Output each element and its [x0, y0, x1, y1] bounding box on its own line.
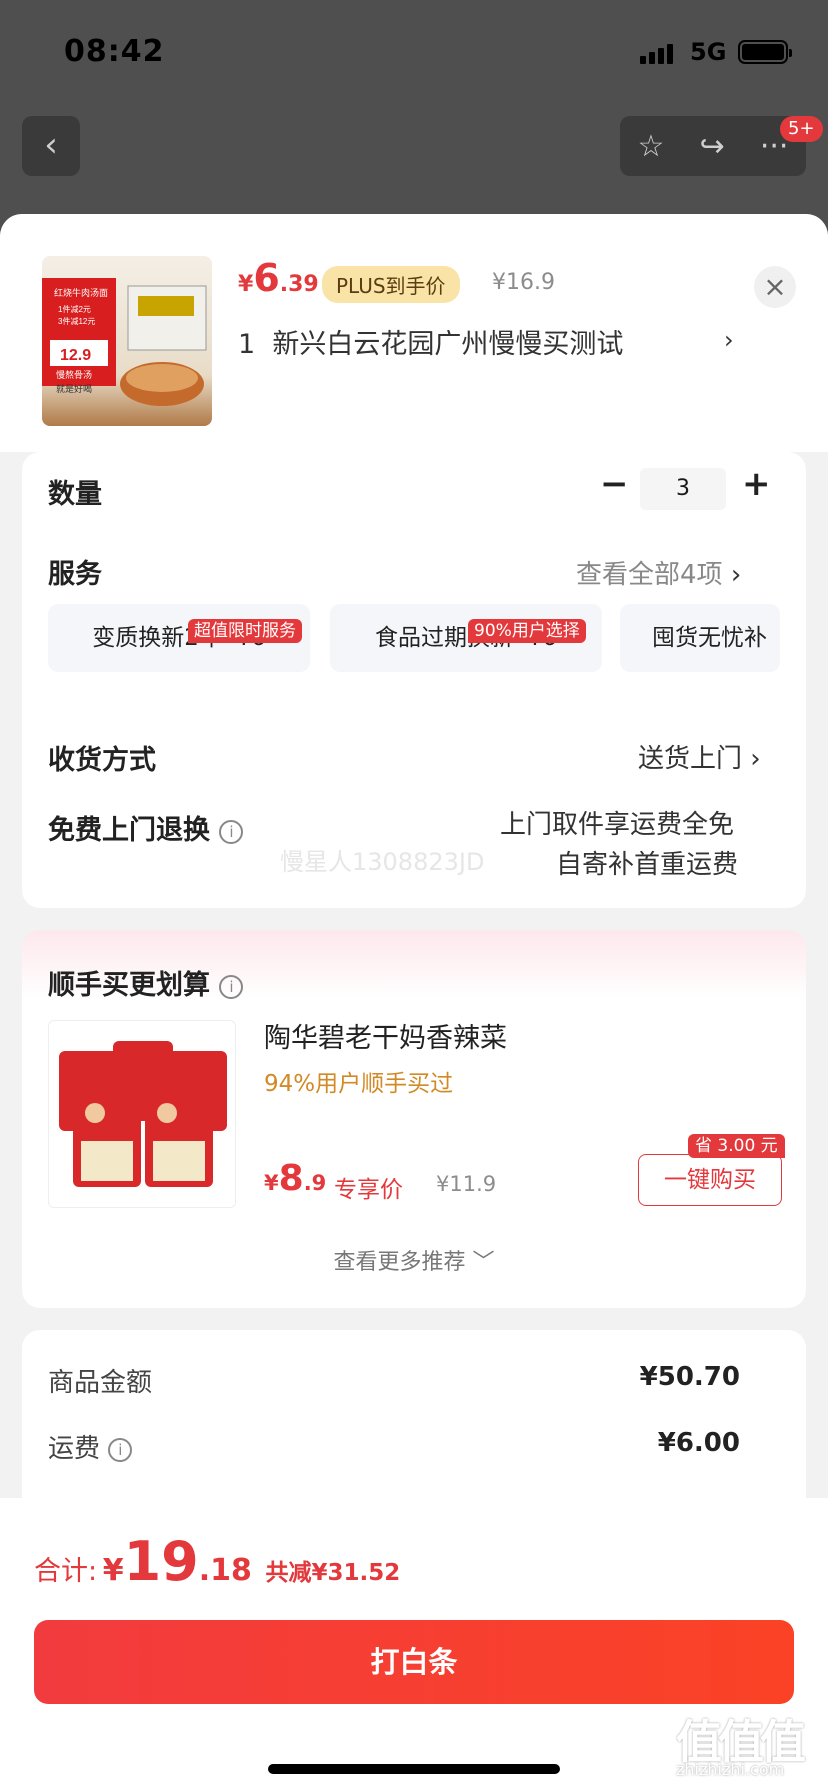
view-more-recommend[interactable]: 查看更多推荐 ﹀: [0, 1244, 828, 1276]
recommend-item-image[interactable]: [48, 1020, 236, 1208]
site-watermark-url: zhizhizhi.com: [676, 1760, 785, 1779]
back-button[interactable]: ‹: [22, 116, 80, 176]
delivery-method-value: 送货上门: [638, 744, 743, 774]
close-icon: ×: [763, 270, 787, 303]
nav-actions: ☆ ↪ ···: [620, 116, 806, 176]
thumb-text-1: 红烧牛肉汤面: [54, 287, 108, 298]
service-option-name: 囤货无忧补: [652, 625, 767, 651]
home-indicator: [268, 1764, 560, 1774]
info-icon[interactable]: i: [108, 1437, 133, 1462]
recommend-item-price: ¥8.9: [264, 1158, 326, 1199]
shipping-value: ¥6.00: [657, 1428, 740, 1458]
pay-button[interactable]: 打白条: [34, 1620, 794, 1704]
recommend-original-price: ¥11.9: [436, 1172, 497, 1196]
price-decimal: .39: [279, 272, 319, 297]
price-currency: ¥: [264, 1171, 279, 1195]
user-watermark: 慢星人1308823JD: [280, 848, 485, 876]
info-icon[interactable]: i: [219, 974, 244, 999]
product-thumbnail: 红烧牛肉汤面 1件减2元 3件减12元 12.9 慢熬骨汤 就是好喝: [42, 256, 212, 426]
service-option-tag: 超值限时服务: [188, 619, 302, 643]
total-integer: 19: [123, 1530, 199, 1593]
service-view-all-label: 查看全部4项: [576, 560, 723, 590]
shipping-label-text: 运费: [48, 1434, 101, 1464]
recommend-price-tag: 专享价: [334, 1177, 403, 1203]
status-bar: 08:42 5G: [0, 0, 828, 100]
quantity-label: 数量: [48, 479, 102, 510]
free-return-label-text: 免费上门退换: [48, 815, 210, 846]
shipping-label: 运费 i: [48, 1428, 133, 1465]
share-icon[interactable]: ↪: [700, 129, 725, 164]
chevron-down-icon: ﹀: [472, 1250, 495, 1275]
thumb-text-4: 慢熬骨汤: [56, 369, 92, 380]
total-price: 合计: ¥19.18 共减¥31.52: [34, 1530, 400, 1593]
message-badge: 5+: [780, 116, 823, 142]
total-discount: 共减¥31.52: [265, 1560, 401, 1586]
close-button[interactable]: ×: [754, 266, 796, 308]
thumb-text-3: 3件减12元: [58, 316, 95, 326]
info-icon[interactable]: i: [219, 819, 244, 844]
thumb-price: 12.9: [60, 347, 91, 364]
free-return-label: 免费上门退换 i: [48, 808, 244, 847]
total-label: 合计:: [34, 1556, 98, 1587]
original-price: ¥16.9: [492, 270, 555, 295]
chevron-left-icon: ‹: [44, 125, 58, 165]
total-currency: ¥: [102, 1553, 124, 1588]
quantity-plus-button[interactable]: +: [742, 464, 771, 504]
free-return-line1: 上门取件享运费全免: [500, 810, 735, 840]
view-more-label: 查看更多推荐: [333, 1250, 466, 1275]
recommend-item-subtitle: 94%用户顺手买过: [264, 1071, 454, 1097]
service-option-tag: 90%用户选择: [468, 619, 586, 643]
service-label: 服务: [48, 559, 102, 590]
recommend-title-text: 顺手买更划算: [48, 970, 210, 1001]
delivery-address[interactable]: 1 新兴白云花园广州慢慢买测试: [238, 322, 758, 361]
goods-amount-value: ¥50.70: [639, 1362, 740, 1392]
service-option[interactable]: 囤货无忧补: [620, 604, 780, 672]
free-return-line2: 自寄补首重运费: [556, 850, 739, 880]
product-price: ¥6.39: [238, 256, 319, 300]
quantity-minus-button[interactable]: −: [600, 464, 629, 504]
delivery-method[interactable]: 送货上门 ›: [638, 738, 761, 775]
price-decimal: .9: [303, 1171, 327, 1195]
status-time: 08:42: [64, 34, 165, 69]
save-amount-badge: 省 3.00 元: [688, 1134, 785, 1158]
recommend-item-name[interactable]: 陶华碧老干妈香辣菜: [264, 1016, 507, 1055]
quantity-input[interactable]: 3: [640, 468, 726, 510]
goods-amount-label: 商品金额: [48, 1368, 153, 1398]
price-currency: ¥: [238, 272, 254, 297]
address-text: 新兴白云花园广州慢慢买测试: [272, 329, 624, 360]
price-integer: 8: [278, 1158, 304, 1199]
address-index: 1: [238, 329, 256, 360]
chevron-right-icon[interactable]: ›: [724, 326, 734, 354]
chevron-right-icon: ›: [750, 744, 761, 774]
thumb-text-2: 1件减2元: [58, 304, 91, 314]
price-integer: 6: [253, 256, 280, 300]
recommend-title: 顺手买更划算 i: [48, 963, 244, 1002]
thumb-text-5: 就是好喝: [56, 383, 92, 394]
total-decimal: .18: [198, 1553, 252, 1588]
cellular-signal-icon: [640, 44, 673, 64]
service-view-all[interactable]: 查看全部4项 ›: [576, 554, 741, 591]
one-click-buy-button[interactable]: 一键购买: [638, 1154, 782, 1206]
chevron-right-icon: ›: [730, 560, 742, 590]
delivery-label: 收货方式: [48, 745, 156, 776]
battery-icon: [738, 40, 792, 64]
plus-price-badge: PLUS到手价: [322, 266, 460, 303]
network-type: 5G: [690, 38, 727, 66]
star-icon[interactable]: ☆: [638, 129, 665, 164]
